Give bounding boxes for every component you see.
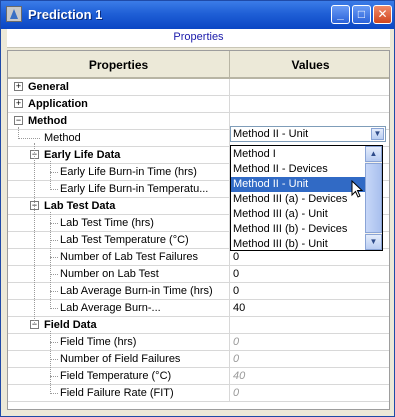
property-value[interactable]: 0 (231, 351, 389, 367)
property-label: Lab Test Temperature (°C) (8, 232, 230, 248)
tree-line (50, 240, 58, 242)
dropdown-option[interactable]: Method III (b) - Devices (231, 222, 365, 237)
property-label: Early Life Burn-in Time (hrs) (8, 164, 230, 180)
property-label: Field Failure Rate (FIT) (8, 385, 230, 401)
section-label: Lab Test Data (8, 198, 230, 214)
scroll-down-icon[interactable]: ▼ (365, 234, 382, 250)
tree-line (50, 257, 58, 259)
property-row[interactable]: Field Failure Rate (FIT) 0 (8, 385, 389, 402)
tree-line (50, 376, 58, 378)
dropdown-option[interactable]: Method I (231, 147, 365, 162)
tree-line (50, 189, 58, 191)
properties-header-link[interactable]: Properties (7, 29, 390, 48)
tree-line (50, 223, 58, 225)
title-bar[interactable]: Prediction 1 _ □ ✕ (1, 1, 394, 29)
property-label: Field Time (hrs) (8, 334, 230, 350)
tree-line (50, 212, 52, 309)
maximize-button[interactable]: □ (352, 5, 371, 24)
property-value[interactable]: 0 (231, 385, 389, 401)
dropdown-option[interactable]: Method III (a) - Devices (231, 192, 365, 207)
scroll-up-icon[interactable]: ▲ (365, 146, 382, 162)
column-header-values[interactable]: Values (230, 51, 389, 79)
property-label: Early Life Burn-in Temperatu... (8, 181, 230, 197)
tree-line (50, 342, 58, 344)
chevron-down-icon[interactable]: ▼ (371, 128, 384, 140)
tree-line (50, 291, 58, 293)
property-label: Lab Test Time (hrs) (8, 215, 230, 231)
property-label: Field Temperature (°C) (8, 368, 230, 384)
app-icon[interactable] (6, 6, 22, 22)
property-row[interactable]: Number of Lab Test Failures 0 (8, 249, 389, 266)
prediction-window: Prediction 1 _ □ ✕ Properties Properties… (0, 0, 395, 417)
dropdown-option-selected[interactable]: Method II - Unit (231, 177, 365, 192)
dropdown-option[interactable]: Method III (b) - Unit (231, 237, 365, 250)
tree-line (50, 331, 52, 394)
close-button[interactable]: ✕ (373, 5, 392, 24)
section-label: Field Data (8, 317, 230, 333)
property-value[interactable]: 0 (231, 334, 389, 350)
property-row[interactable]: Lab Average Burn-... 40 (8, 300, 389, 317)
property-row[interactable]: Lab Average Burn-in Time (hrs) 0 (8, 283, 389, 300)
property-row[interactable]: Field Time (hrs) 0 (8, 334, 389, 351)
mouse-cursor-icon (351, 180, 363, 198)
tree-line (50, 359, 58, 361)
minimize-button[interactable]: _ (331, 5, 350, 24)
section-label: Method (8, 113, 230, 129)
property-row[interactable]: Number on Lab Test 0 (8, 266, 389, 283)
method-dropdown-list[interactable]: Method I Method II - Devices Method II -… (230, 145, 383, 251)
property-value[interactable]: 40 (231, 300, 389, 316)
tree-line (50, 161, 52, 190)
section-application[interactable]: + Application (8, 96, 389, 113)
method-select-value: Method II - Unit (233, 128, 309, 140)
property-value[interactable]: 0 (231, 266, 389, 282)
tree-line (18, 127, 20, 137)
tree-line (34, 143, 36, 325)
property-label: Lab Average Burn-in Time (hrs) (8, 283, 230, 299)
section-label: Early Life Data (8, 147, 230, 163)
section-general[interactable]: + General (8, 79, 389, 96)
property-value[interactable]: 40 (231, 368, 389, 384)
property-label: Lab Average Burn-... (8, 300, 230, 316)
section-label: General (8, 79, 230, 95)
dropdown-option[interactable]: Method III (a) - Unit (231, 207, 365, 222)
method-label: Method (8, 130, 230, 146)
section-label: Application (8, 96, 230, 112)
property-row[interactable]: Field Temperature (°C) 40 (8, 368, 389, 385)
tree-line (50, 274, 58, 276)
property-label: Number on Lab Test (8, 266, 230, 282)
scroll-thumb[interactable] (365, 163, 382, 233)
tree-line (50, 393, 58, 395)
tree-line (18, 138, 40, 140)
property-label: Number of Lab Test Failures (8, 249, 230, 265)
property-label: Number of Field Failures (8, 351, 230, 367)
dropdown-option[interactable]: Method II - Devices (231, 162, 365, 177)
section-field[interactable]: − Field Data (8, 317, 389, 334)
dropdown-scrollbar[interactable]: ▲ ▼ (365, 146, 382, 250)
property-value[interactable]: 0 (231, 283, 389, 299)
column-header-properties[interactable]: Properties (8, 51, 230, 79)
method-select[interactable]: Method II - Unit ▼ (230, 126, 386, 142)
window-title: Prediction 1 (28, 7, 103, 22)
tree-line (50, 172, 58, 174)
property-row[interactable]: Number of Field Failures 0 (8, 351, 389, 368)
tree-line (50, 308, 58, 310)
property-value[interactable]: 0 (231, 249, 389, 265)
